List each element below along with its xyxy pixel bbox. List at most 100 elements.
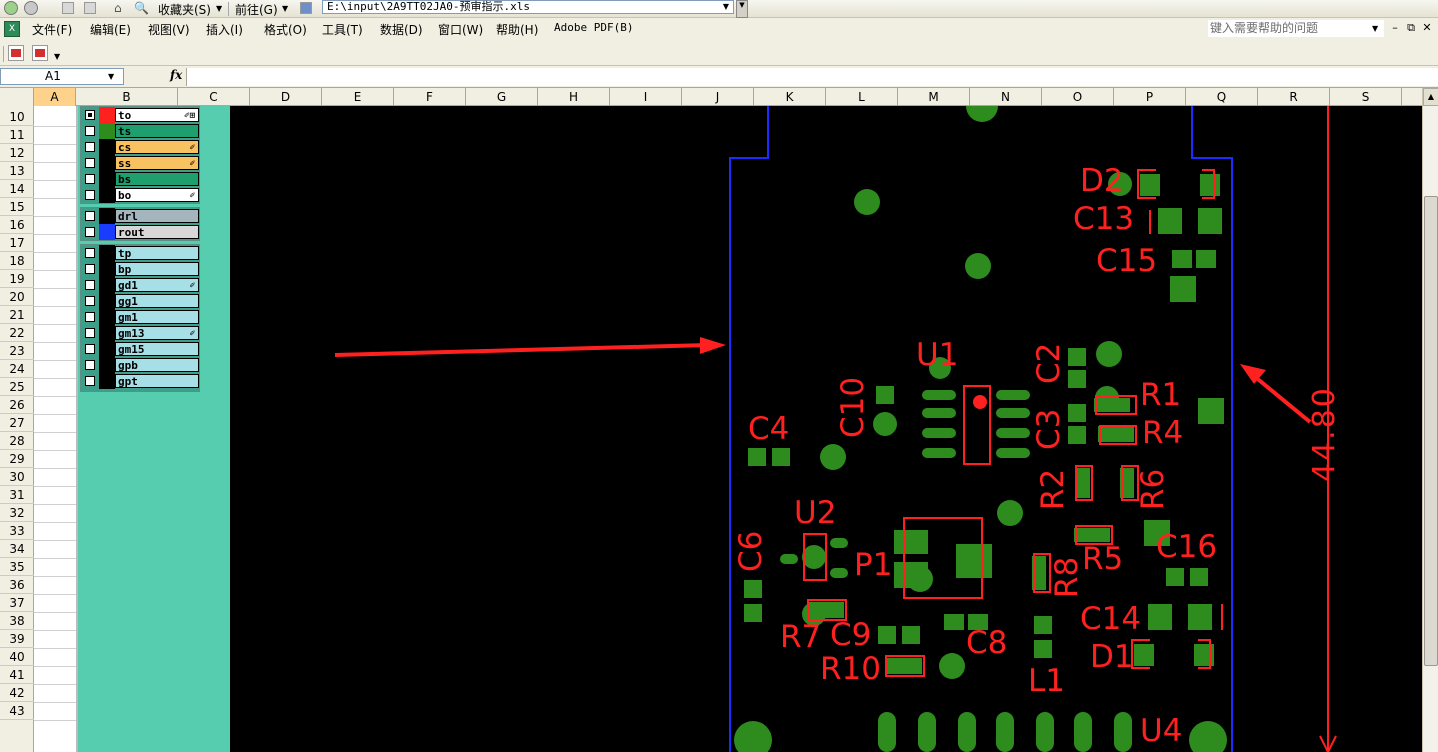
layer-row-ss[interactable]: ss ✐ <box>81 155 199 171</box>
row-header[interactable]: 39 <box>0 630 34 648</box>
row-header[interactable]: 20 <box>0 288 34 306</box>
refresh-icon[interactable] <box>84 2 96 14</box>
layer-name[interactable]: gg1 <box>115 294 199 308</box>
row-header[interactable]: 43 <box>0 702 34 720</box>
insert-function-icon[interactable]: fx <box>170 68 182 82</box>
stop-icon[interactable] <box>62 2 74 14</box>
layer-visibility-checkbox[interactable] <box>85 264 95 274</box>
layer-name[interactable]: gpb <box>115 358 199 372</box>
layer-color-swatch[interactable] <box>99 309 115 325</box>
close-icon[interactable]: ✕ <box>1420 21 1434 34</box>
row-header[interactable]: 15 <box>0 198 34 216</box>
layer-name[interactable]: rout <box>115 225 199 239</box>
row-header[interactable]: 12 <box>0 144 34 162</box>
column-header[interactable]: C <box>178 88 250 106</box>
menu-window[interactable]: 窗口(W) <box>438 21 483 38</box>
layer-color-swatch[interactable] <box>99 155 115 171</box>
row-header[interactable]: 37 <box>0 594 34 612</box>
column-header[interactable]: S <box>1330 88 1402 106</box>
edit-pencil-icon[interactable]: ✐ <box>190 158 195 171</box>
layer-name[interactable]: bs <box>115 172 199 186</box>
row-header[interactable]: 18 <box>0 252 34 270</box>
row-header[interactable]: 36 <box>0 576 34 594</box>
row-header[interactable]: 22 <box>0 324 34 342</box>
column-header[interactable]: D <box>250 88 322 106</box>
layer-row-gpt[interactable]: gpt <box>81 373 199 389</box>
chevron-down-icon[interactable]: ▼ <box>216 4 222 13</box>
help-search-input[interactable]: 键入需要帮助的问题 <box>1208 20 1384 37</box>
row-header[interactable]: 23 <box>0 342 34 360</box>
layer-row-gd1[interactable]: gd1 ✐ <box>81 277 199 293</box>
layer-visibility-checkbox[interactable] <box>85 174 95 184</box>
menu-adobe-pdf[interactable]: Adobe PDF(B) <box>554 21 633 34</box>
layer-name[interactable]: ts <box>115 124 199 138</box>
menu-insert[interactable]: 插入(I) <box>206 21 243 38</box>
chevron-down-icon[interactable]: ▼ <box>108 68 114 85</box>
name-box[interactable]: A1 <box>0 68 124 85</box>
layer-color-swatch[interactable] <box>99 139 115 155</box>
restore-icon[interactable]: ⧉ <box>1404 21 1418 35</box>
row-header[interactable]: 34 <box>0 540 34 558</box>
edit-pencil-icon[interactable]: ✐ <box>190 190 195 203</box>
column-header[interactable]: L <box>826 88 898 106</box>
forward-icon[interactable] <box>24 1 38 15</box>
layer-color-swatch[interactable] <box>99 224 115 240</box>
layer-visibility-checkbox[interactable] <box>85 211 95 221</box>
column-header[interactable]: K <box>754 88 826 106</box>
search-icon[interactable]: 🔍 <box>134 1 149 15</box>
pcb-image[interactable]: D2 C13 C15 U1 C2 R1 C10 C3 R4 C4 R2 R6 U… <box>230 90 1422 752</box>
menu-file[interactable]: 文件(F) <box>32 21 72 38</box>
layer-visibility-checkbox[interactable] <box>85 312 95 322</box>
row-header[interactable]: 21 <box>0 306 34 324</box>
layer-color-swatch[interactable] <box>99 277 115 293</box>
row-header[interactable]: 24 <box>0 360 34 378</box>
column-header[interactable]: A <box>34 88 76 106</box>
column-header[interactable]: R <box>1258 88 1330 106</box>
chevron-down-icon[interactable]: ▼ <box>282 4 288 13</box>
row-header[interactable]: 11 <box>0 126 34 144</box>
row-header[interactable]: 32 <box>0 504 34 522</box>
layer-name[interactable]: drl <box>115 209 199 223</box>
column-a-cells[interactable] <box>34 106 76 752</box>
row-header[interactable]: 17 <box>0 234 34 252</box>
row-header[interactable]: 38 <box>0 612 34 630</box>
layer-row-to[interactable]: to ✐⊞ <box>81 107 199 123</box>
column-header[interactable]: O <box>1042 88 1114 106</box>
column-header[interactable]: G <box>466 88 538 106</box>
select-all-corner[interactable] <box>0 88 34 106</box>
column-header[interactable]: B <box>76 88 178 106</box>
layer-row-gg1[interactable]: gg1 <box>81 293 199 309</box>
toolbar-scroll-icon[interactable]: ▼ <box>736 0 748 18</box>
layer-color-swatch[interactable] <box>99 187 115 203</box>
layer-row-cs[interactable]: cs ✐ <box>81 139 199 155</box>
row-header[interactable]: 29 <box>0 450 34 468</box>
layer-row-drl[interactable]: drl <box>81 208 199 224</box>
address-input[interactable]: E:\input\2A9TT02JA0-预审指示.xls <box>322 0 734 14</box>
layer-name[interactable]: ss ✐ <box>115 156 199 170</box>
layer-row-rout[interactable]: rout <box>81 224 199 240</box>
favorites-button[interactable]: 收藏夹(S) <box>158 1 211 18</box>
layer-color-swatch[interactable] <box>99 245 115 261</box>
layer-name[interactable]: gd1 ✐ <box>115 278 199 292</box>
layer-visibility-checkbox[interactable] <box>85 227 95 237</box>
layer-color-swatch[interactable] <box>99 107 115 123</box>
menu-format[interactable]: 格式(O) <box>264 21 307 38</box>
layer-visibility-checkbox[interactable] <box>85 158 95 168</box>
layer-color-swatch[interactable] <box>99 208 115 224</box>
show-only-toolbar-icon[interactable] <box>300 2 312 14</box>
layer-visibility-checkbox[interactable] <box>85 248 95 258</box>
chevron-down-icon[interactable]: ▼ <box>54 52 60 61</box>
layer-row-bs[interactable]: bs <box>81 171 199 187</box>
row-header[interactable]: 30 <box>0 468 34 486</box>
scroll-up-icon[interactable]: ▲ <box>1423 88 1438 106</box>
scrollbar-thumb[interactable] <box>1424 196 1438 666</box>
formula-input[interactable] <box>186 68 1438 86</box>
row-header[interactable]: 31 <box>0 486 34 504</box>
row-header[interactable]: 19 <box>0 270 34 288</box>
edit-pencil-icon[interactable]: ✐⊞ <box>184 110 195 123</box>
layer-visibility-checkbox[interactable] <box>85 126 95 136</box>
edit-pencil-icon[interactable]: ✐ <box>190 280 195 293</box>
layer-color-swatch[interactable] <box>99 341 115 357</box>
column-header[interactable]: H <box>538 88 610 106</box>
layer-row-tp[interactable]: tp <box>81 245 199 261</box>
